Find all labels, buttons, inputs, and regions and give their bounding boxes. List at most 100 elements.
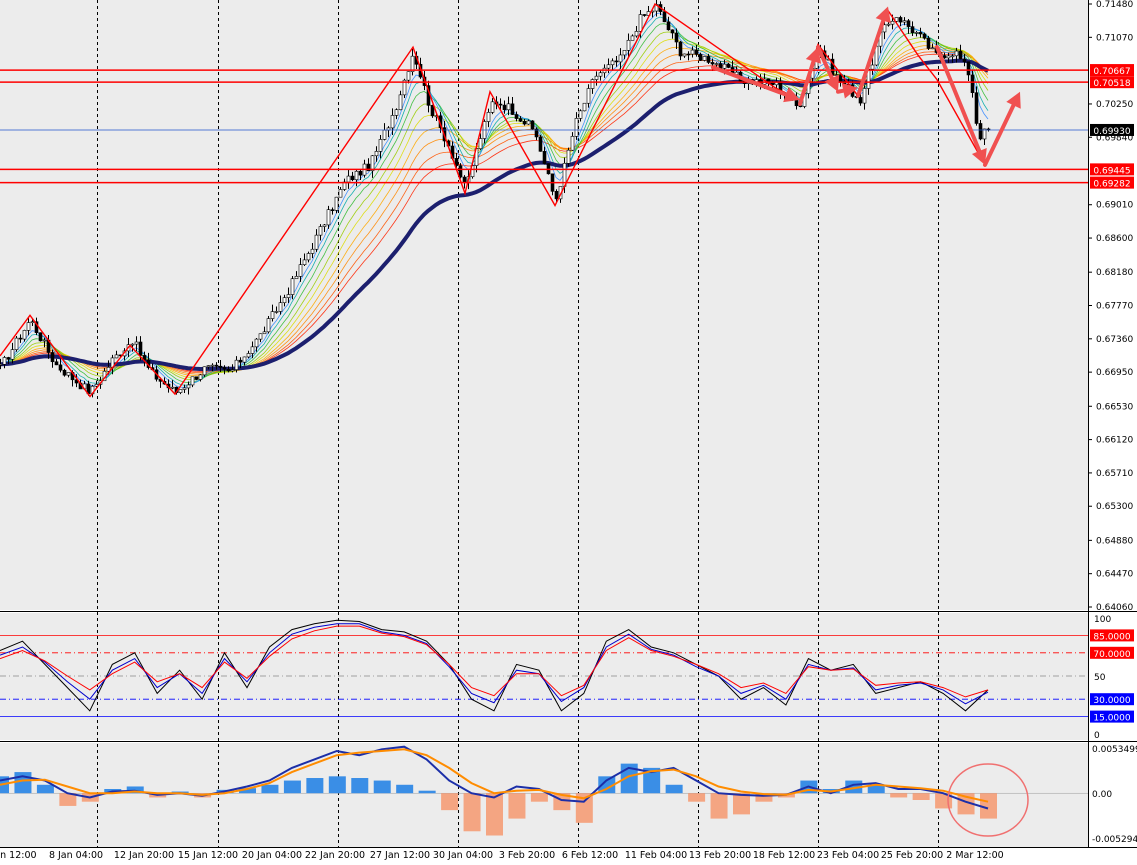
candle-body [618, 54, 623, 63]
candle-body [270, 311, 275, 319]
chart-terminal[interactable]: Jan 12:00 8 Jan 04:00 12 Jan 20:00 15 Jan 1… [0, 0, 1137, 861]
candle-body [862, 88, 867, 104]
candle-body [286, 294, 291, 298]
candle-body [302, 259, 307, 266]
macd-histogram-bar [890, 793, 908, 798]
candle-body [542, 151, 547, 164]
candle-body [698, 54, 703, 61]
candle-body [114, 354, 119, 359]
time-label: 25 Feb 20:00 [881, 850, 943, 861]
time-label: 23 Feb 04:00 [817, 850, 879, 861]
price-tick-label: 0.65300 [1096, 502, 1133, 512]
candle-body [906, 20, 911, 27]
candle-body [690, 49, 695, 55]
price-tick-label: 0.67360 [1096, 335, 1133, 345]
price-tick-label: 0.68180 [1096, 268, 1133, 278]
stochastic-tick-label: 50 [1094, 673, 1106, 683]
candle-body [898, 17, 903, 23]
candle-body [574, 118, 579, 137]
stochastic-panel[interactable] [0, 613, 1088, 740]
candle-body [674, 32, 679, 43]
price-tick-label: 0.69010 [1096, 201, 1133, 211]
price-tick-label: 0.66120 [1096, 436, 1133, 446]
candle-body [918, 32, 923, 35]
candle-body [182, 387, 187, 390]
stochastic-tick-label: 100 [1094, 615, 1111, 625]
time-label: Jan 12:00 [0, 850, 37, 861]
candle-body [58, 364, 63, 371]
candle-body [14, 337, 19, 350]
candle-body [582, 102, 587, 112]
trend-arrow-shaft[interactable] [836, 88, 846, 94]
candle-body [714, 63, 719, 65]
candle-body [870, 64, 875, 70]
level-price-label: 0.70667 [1093, 67, 1130, 77]
candle-body [890, 20, 895, 25]
candle-body [170, 386, 175, 389]
candle-body [318, 226, 323, 236]
candle-body [242, 356, 247, 363]
candle-body [538, 136, 543, 152]
candle-body [478, 138, 483, 150]
price-tick-label: 0.67770 [1096, 302, 1133, 312]
macd-histogram-bar [351, 778, 369, 794]
price-panel[interactable] [0, 0, 1088, 610]
price-tick-label: 0.69840 [1096, 133, 1133, 143]
level-price-label: 0.69282 [1093, 180, 1130, 190]
candle-body [250, 346, 255, 354]
macd-histogram-bar [912, 793, 930, 800]
chart-canvas[interactable]: Jan 12:00 8 Jan 04:00 12 Jan 20:00 15 Jan 1… [0, 0, 1137, 861]
candle-body [694, 49, 699, 55]
macd-histogram-bar [328, 776, 346, 794]
candle-body [134, 341, 139, 345]
candle-body [462, 176, 467, 183]
macd-tick-label: 0.0053499 [1092, 745, 1137, 755]
candle-body [18, 337, 23, 340]
candle-body [278, 302, 283, 312]
candle-body [6, 357, 11, 360]
candle-body [218, 365, 223, 368]
candle-body [702, 56, 707, 61]
candle-body [10, 349, 15, 360]
price-tick-label: 0.66530 [1096, 402, 1133, 412]
candle-body [958, 50, 963, 60]
candle-body [186, 384, 191, 389]
price-tick-label: 0.64060 [1096, 603, 1133, 613]
candle-body [274, 311, 279, 313]
price-tick-label: 0.71070 [1096, 33, 1133, 43]
candle-body [502, 104, 507, 111]
macd-histogram-bar [463, 793, 481, 832]
candle-body [62, 369, 67, 376]
candle-body [178, 389, 183, 393]
price-tick-label: 0.70250 [1096, 100, 1133, 110]
candle-body [722, 63, 727, 69]
stochastic-level-label: 70.0000 [1093, 650, 1130, 660]
candle-body [222, 367, 227, 370]
candle-body [922, 33, 927, 39]
candle-body [210, 364, 215, 367]
macd-histogram-bar [36, 784, 54, 794]
candle-body [526, 120, 531, 125]
candle-body [0, 363, 3, 366]
candle-body [682, 53, 687, 57]
macd-histogram-bar [688, 793, 706, 802]
candle-body [406, 71, 411, 81]
candle-body [22, 330, 27, 340]
candle-body [330, 209, 335, 211]
price-tick-label: 0.64470 [1096, 570, 1133, 580]
candle-body [374, 151, 379, 157]
candle-body [598, 72, 603, 77]
candle-body [254, 338, 259, 348]
candle-body [42, 339, 47, 342]
candle-body [514, 114, 519, 119]
price-tick-label: 0.65710 [1096, 469, 1133, 479]
candle-body [578, 110, 583, 119]
candle-body [310, 248, 315, 254]
candle-body [706, 56, 711, 63]
candle-body [954, 50, 959, 57]
candle-body [458, 165, 463, 178]
stochastic-level-label: 15.0000 [1093, 714, 1130, 724]
candle-body [914, 32, 919, 34]
macd-histogram-bar [441, 793, 459, 811]
candle-body [394, 109, 399, 116]
